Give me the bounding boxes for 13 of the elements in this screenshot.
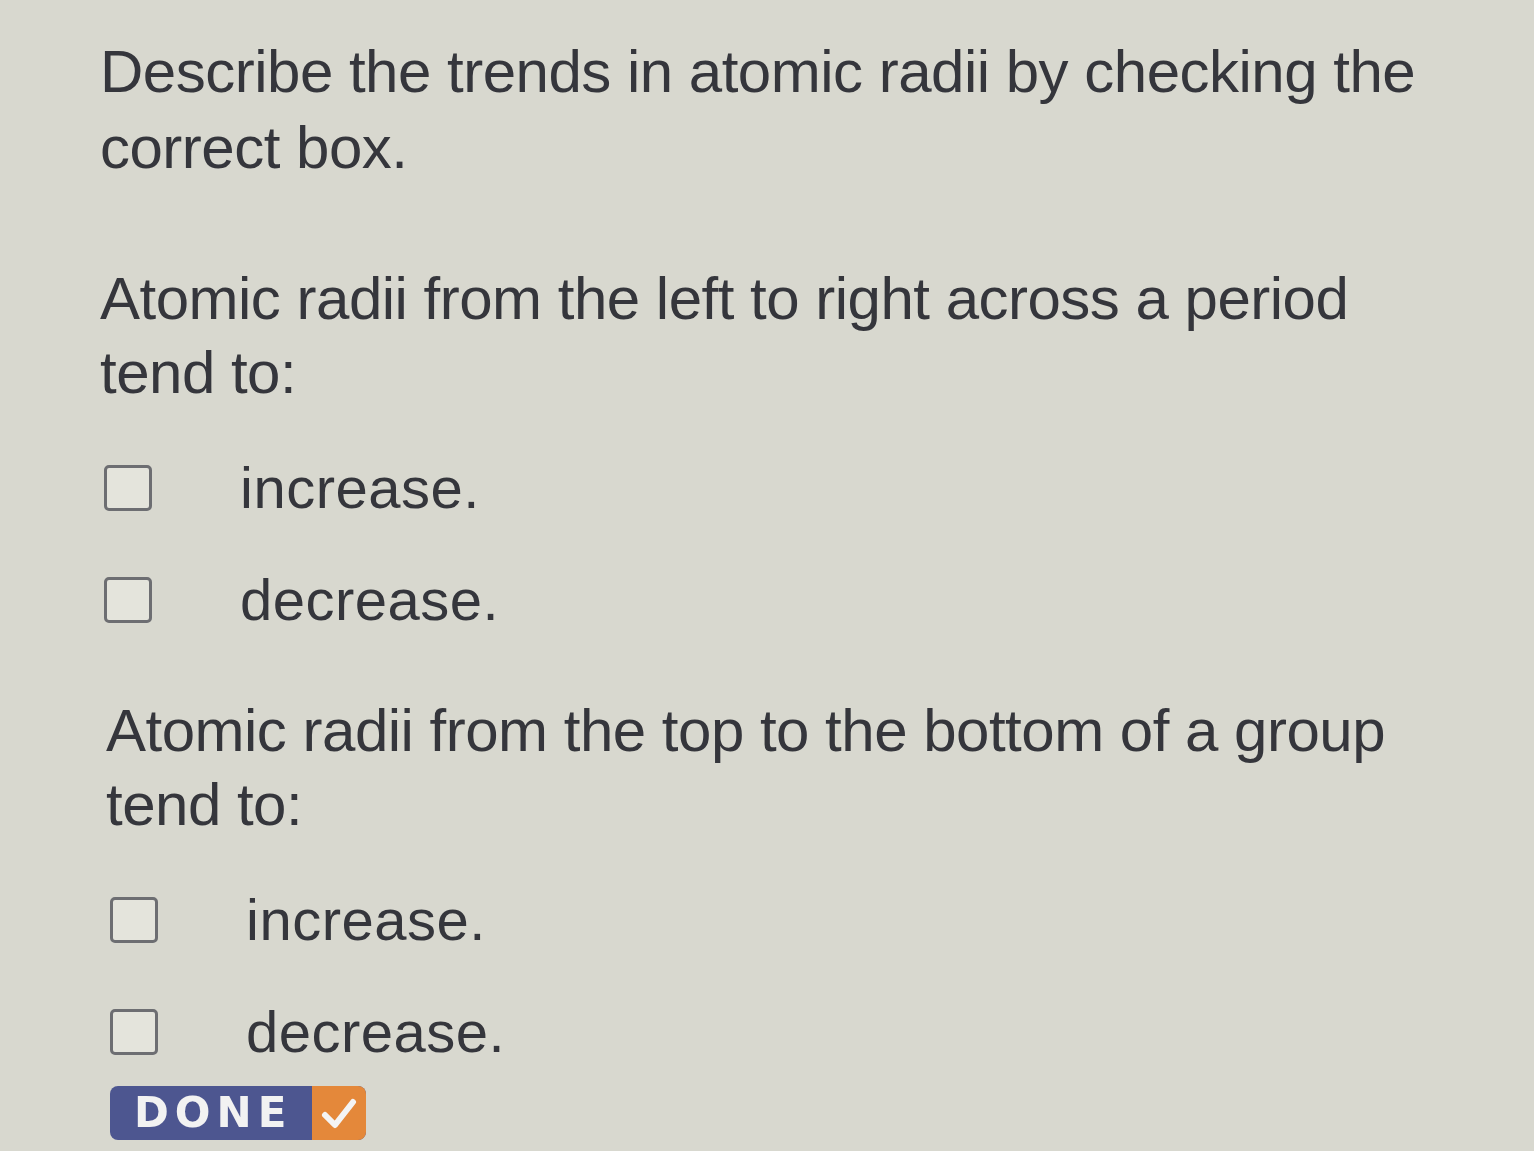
instruction-text: Describe the trends in atomic radii by checking the correct box. [100, 37, 1417, 183]
checkbox[interactable] [110, 897, 158, 943]
checkbox[interactable] [104, 577, 152, 623]
checkbox[interactable] [110, 1009, 158, 1055]
question-prompt: Atomic radii from the left to right across a period tend to: [100, 264, 1350, 408]
option-label: decrease. [240, 566, 500, 634]
check-icon [312, 1086, 367, 1140]
done-button[interactable]: DONE [110, 1086, 367, 1140]
question-prompt: Atomic radii from the top to the bottom of a group tend to: [106, 696, 1386, 840]
checkbox[interactable] [104, 465, 152, 511]
option-label: decrease. [246, 998, 506, 1066]
option-label: increase. [246, 886, 486, 954]
option-label: increase. [240, 454, 480, 522]
